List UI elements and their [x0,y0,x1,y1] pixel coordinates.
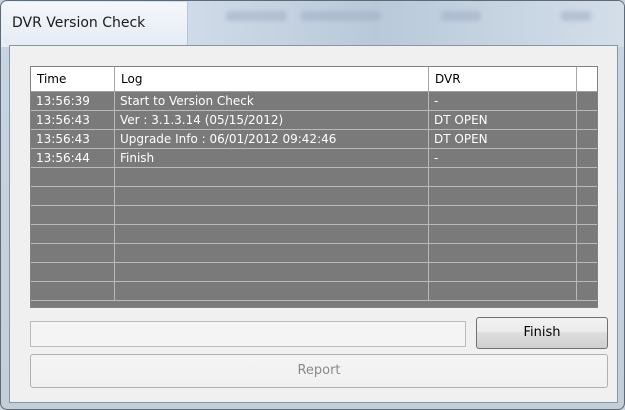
cell-extra [577,168,597,186]
report-button[interactable]: Report [30,354,608,388]
window-title: DVR Version Check [12,15,146,31]
cell-time [31,282,115,300]
cell-extra [577,130,597,148]
table-row[interactable]: 13:56:43 Ver : 3.1.3.14 (05/15/2012) DT OP… [31,111,597,130]
cell-time: 13:56:39 [31,92,115,110]
dialog-client-area: Time Log DVR 13:56:39 Start to Version Ch… [9,45,618,403]
column-header-log[interactable]: Log [115,67,429,91]
cell-log [115,282,429,300]
cell-dvr: - [429,92,577,110]
background-blur [441,11,481,21]
table-row[interactable] [31,263,597,282]
cell-dvr [429,282,577,300]
log-table[interactable]: Time Log DVR 13:56:39 Start to Version Ch… [30,66,598,308]
cell-dvr [429,168,577,186]
column-header-time[interactable]: Time [31,67,115,91]
title-bar: DVR Version Check [1,1,624,47]
cell-extra [577,92,597,110]
cell-dvr: DT OPEN [429,111,577,129]
cell-extra [577,206,597,224]
title-tab: DVR Version Check [2,2,188,45]
cell-dvr: DT OPEN [429,130,577,148]
cell-time [31,206,115,224]
cell-time [31,263,115,281]
table-row[interactable] [31,187,597,206]
table-row[interactable]: 13:56:39 Start to Version Check - [31,92,597,111]
table-row[interactable] [31,168,597,187]
cell-time: 13:56:43 [31,111,115,129]
cell-time [31,225,115,243]
cell-log [115,244,429,262]
cell-dvr [429,263,577,281]
cell-extra [577,187,597,205]
cell-extra [577,244,597,262]
table-row[interactable]: 13:56:43 Upgrade Info : 06/01/2012 09:42:… [31,130,597,149]
cell-extra [577,263,597,281]
cell-time [31,244,115,262]
background-blur [226,11,286,21]
cell-log: Start to Version Check [115,92,429,110]
cell-extra [577,111,597,129]
column-header-extra[interactable] [577,67,597,91]
background-blur [561,11,591,21]
cell-dvr [429,187,577,205]
table-row[interactable] [31,206,597,225]
cell-log [115,187,429,205]
cell-log: Finish [115,149,429,167]
cell-time: 13:56:43 [31,130,115,148]
table-row[interactable] [31,282,597,301]
progress-bar [30,321,466,347]
cell-log: Ver : 3.1.3.14 (05/15/2012) [115,111,429,129]
cell-log [115,168,429,186]
table-row[interactable] [31,244,597,263]
cell-extra [577,225,597,243]
cell-extra [577,149,597,167]
cell-time: 13:56:44 [31,149,115,167]
dvr-version-check-window: DVR Version Check Time Log DVR 13:56:39 S… [0,0,625,410]
cell-dvr: - [429,149,577,167]
cell-dvr [429,206,577,224]
column-header-dvr[interactable]: DVR [429,67,577,91]
cell-log [115,225,429,243]
cell-time [31,187,115,205]
cell-dvr [429,225,577,243]
cell-log [115,206,429,224]
table-row[interactable] [31,225,597,244]
cell-dvr [429,244,577,262]
table-header: Time Log DVR [31,67,597,92]
finish-button[interactable]: Finish [476,317,608,349]
cell-time [31,168,115,186]
cell-log: Upgrade Info : 06/01/2012 09:42:46 [115,130,429,148]
table-row[interactable]: 13:56:44 Finish - [31,149,597,168]
background-blur [301,11,381,21]
cell-log [115,263,429,281]
cell-extra [577,282,597,300]
